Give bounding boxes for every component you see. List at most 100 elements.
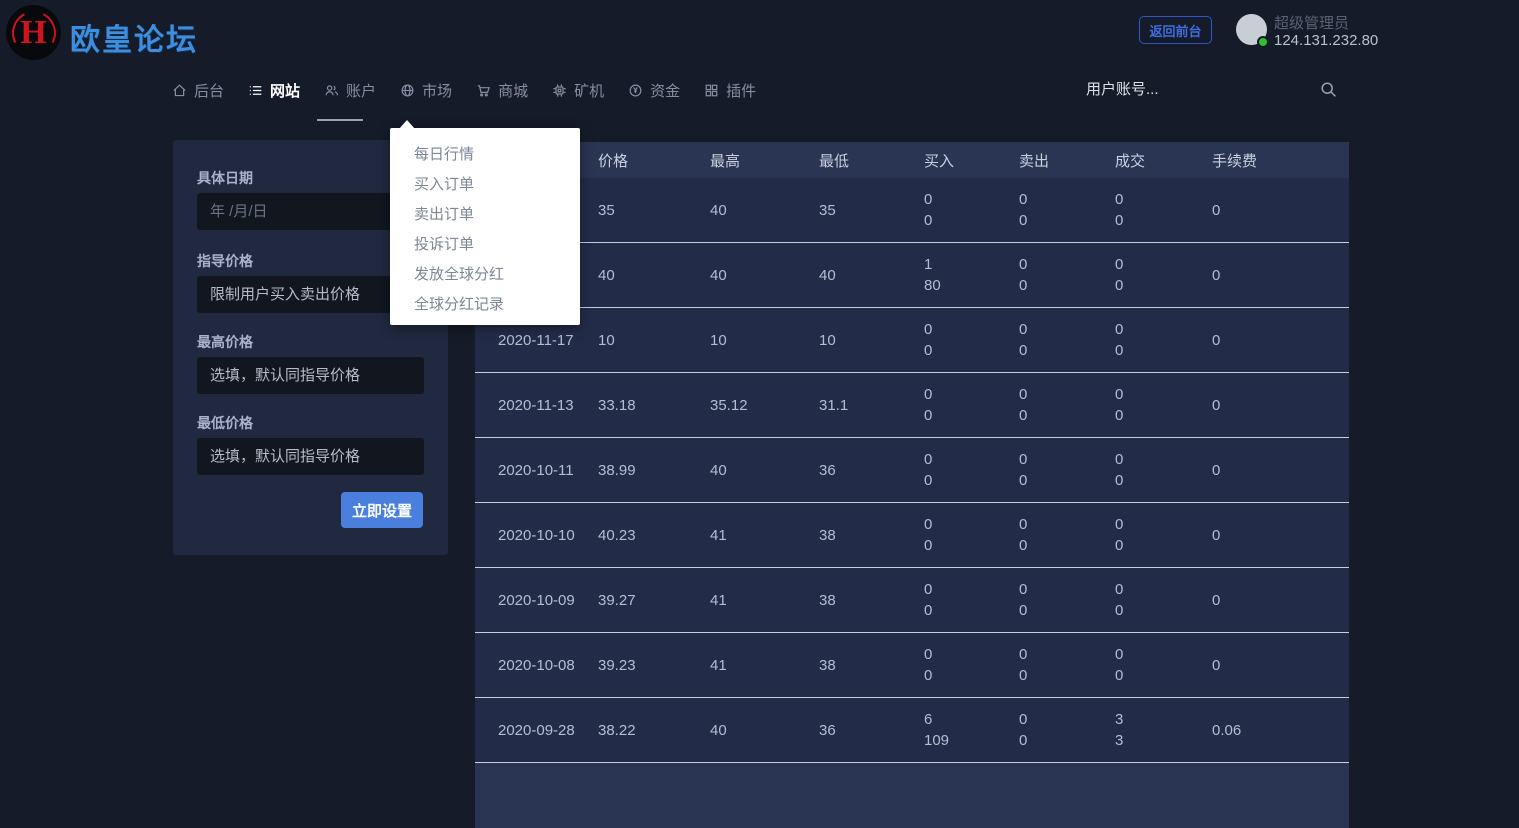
menu-item-4[interactable]: 投诉订单 [390,230,580,260]
header-cell-8: 手续费 [1212,150,1349,171]
cell-deal-line1: 0 [1115,384,1212,405]
cell-buy-line1: 0 [924,644,1019,665]
header-cell-6: 卖出 [1019,150,1115,171]
cell-buy: 00 [924,579,1019,621]
cell-deal-line1: 0 [1115,644,1212,665]
cell-high: 40 [710,267,819,284]
cell-sell: 00 [1019,319,1115,361]
nav-item-7[interactable]: 资金 [628,80,680,101]
cell-sell-line2: 0 [1019,665,1115,686]
cell-buy-line1: 1 [924,254,1019,275]
cell-sell-line1: 0 [1019,384,1115,405]
menu-item-5[interactable]: 发放全球分红 [390,260,580,290]
cell-buy-line1: 0 [924,319,1019,340]
brand-title[interactable]: 欧皇论坛 [70,15,198,59]
cell-buy-line2: 80 [924,275,1019,296]
cell-sell: 00 [1019,514,1115,556]
brand-logo[interactable]: H [6,5,61,60]
cell-buy: 00 [924,189,1019,231]
cell-sell-line2: 0 [1019,405,1115,426]
table-row: 2020-10-1138.9940360000000 [475,438,1349,503]
cell-date: 2020-09-28 [498,722,598,739]
cell-sell-line1: 0 [1019,514,1115,535]
table-row: 2020-10-0939.2741380000000 [475,568,1349,633]
cell-price: 40.23 [598,527,710,544]
cell-buy-line2: 0 [924,340,1019,361]
market-history-table: 价格最高最低买入卖出成交手续费 354035000000040404018000… [475,142,1349,828]
cell-buy-line2: 0 [924,535,1019,556]
nav-item-3[interactable]: 账户 [324,80,376,101]
table-row: 2020-11-171010100000000 [475,308,1349,373]
menu-item-2[interactable]: 买入订单 [390,170,580,200]
nav-item-2[interactable]: 网站 [248,80,300,101]
cell-deal: 00 [1115,384,1212,426]
cell-low: 38 [819,527,924,544]
header-cell-7: 成交 [1115,150,1212,171]
cell-buy-line1: 0 [924,449,1019,470]
home-icon [172,83,187,98]
cell-deal: 00 [1115,189,1212,231]
cell-date: 2020-10-10 [498,527,598,544]
back-to-front-button[interactable]: 返回前台 [1139,16,1212,44]
cell-sell-line2: 0 [1019,340,1115,361]
cell-sell-line1: 0 [1019,449,1115,470]
table-row: 2020-10-1040.2341380000000 [475,503,1349,568]
cell-price: 40 [598,267,710,284]
cell-deal: 00 [1115,254,1212,296]
menu-item-6[interactable]: 全球分红记录 [390,290,580,320]
cell-low: 38 [819,592,924,609]
table-row: 2020-10-0839.2341380000000 [475,633,1349,698]
cell-low: 36 [819,462,924,479]
submit-button[interactable]: 立即设置 [341,492,423,528]
avatar[interactable] [1236,14,1267,45]
cpu-icon [552,83,567,98]
cell-deal-line2: 0 [1115,340,1212,361]
cell-price: 38.99 [598,462,710,479]
cell-high: 35.12 [710,397,819,414]
table-row: 2020-09-2838.224036610900330.06 [475,698,1349,763]
cell-price: 35 [598,202,710,219]
cell-sell: 00 [1019,189,1115,231]
cell-high: 40 [710,722,819,739]
cell-sell-line1: 0 [1019,319,1115,340]
cell-deal-line1: 3 [1115,709,1212,730]
cell-buy-line2: 109 [924,730,1019,751]
cell-sell-line1: 0 [1019,189,1115,210]
cell-deal-line2: 0 [1115,275,1212,296]
cell-deal: 33 [1115,709,1212,751]
search-icon[interactable] [1320,81,1337,98]
cell-date: 2020-10-08 [498,657,598,674]
nav-item-1[interactable]: 后台 [172,80,224,101]
cell-high: 41 [710,592,819,609]
cell-buy: 00 [924,319,1019,361]
nav-item-8[interactable]: 插件 [704,80,756,101]
cell-price: 39.27 [598,592,710,609]
max-price-label: 最高价格 [197,332,253,352]
cell-sell-line1: 0 [1019,644,1115,665]
menu-item-3[interactable]: 卖出订单 [390,200,580,230]
cell-sell: 00 [1019,254,1115,296]
max-price-input[interactable] [197,357,424,394]
nav-item-4[interactable]: 市场 [400,80,452,101]
cell-fee: 0 [1212,332,1349,349]
cell-deal: 00 [1115,319,1212,361]
min-price-input[interactable] [197,438,424,475]
cell-buy-line1: 0 [924,514,1019,535]
search-input[interactable] [1086,74,1301,104]
menu-item-1[interactable]: 每日行情 [390,140,580,170]
table-row: 2020-11-1333.1835.1231.10000000 [475,373,1349,438]
table-row: 40404018000000 [475,243,1349,308]
cart-icon [476,83,491,98]
cell-buy: 00 [924,449,1019,491]
market-dropdown-menu: 每日行情买入订单卖出订单投诉订单发放全球分红全球分红记录 [390,128,580,325]
cell-sell: 00 [1019,579,1115,621]
nav-item-6[interactable]: 矿机 [552,80,604,101]
cell-fee: 0 [1212,657,1349,674]
cell-sell-line1: 0 [1019,579,1115,600]
cell-buy-line2: 0 [924,405,1019,426]
cell-deal-line1: 0 [1115,319,1212,340]
cell-buy-line2: 0 [924,665,1019,686]
nav-item-5[interactable]: 商城 [476,80,528,101]
table-row: 3540350000000 [475,178,1349,243]
guide-price-label: 指导价格 [197,251,253,271]
